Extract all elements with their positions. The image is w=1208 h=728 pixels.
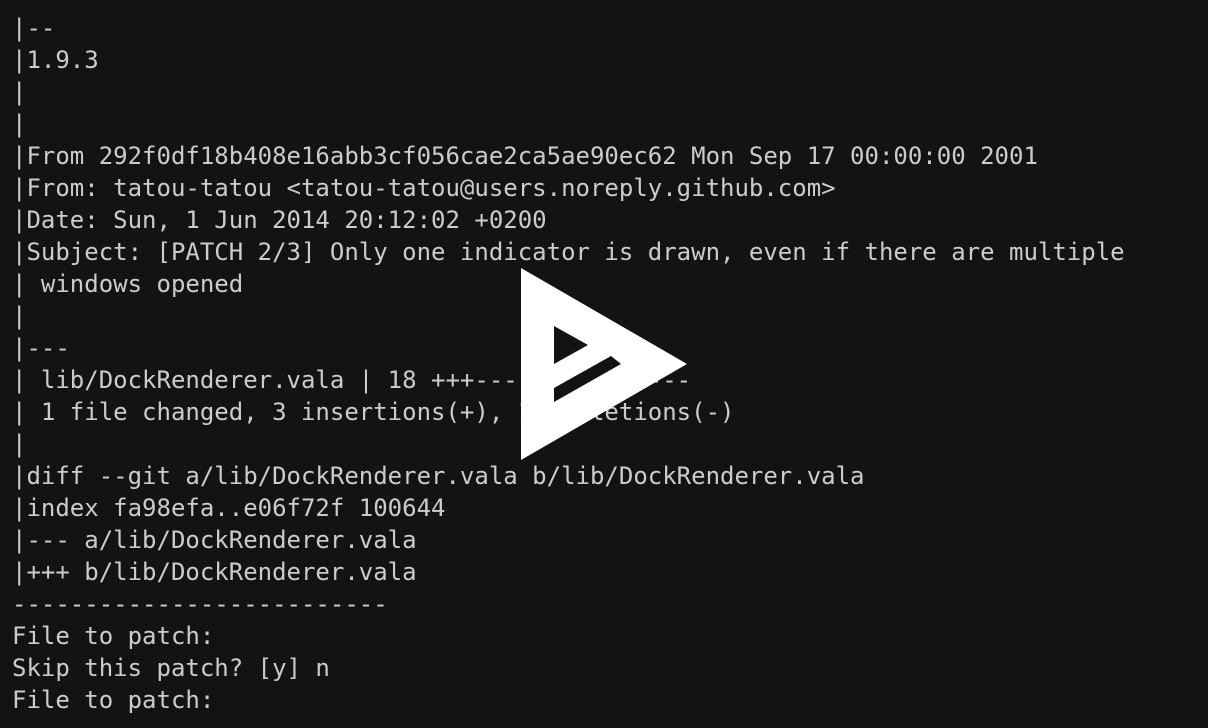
terminal-line: |1.9.3 <box>12 46 99 74</box>
terminal-line: |-- <box>12 14 56 42</box>
play-button[interactable] <box>521 268 687 460</box>
play-icon <box>521 268 687 460</box>
terminal-line: |Date: Sun, 1 Jun 2014 20:12:02 +0200 <box>12 206 547 234</box>
terminal-window: |-- |1.9.3 | | |From 292f0df18b408e16abb… <box>0 0 1208 728</box>
terminal-line: | <box>12 78 27 106</box>
terminal-line: |From 292f0df18b408e16abb3cf056cae2ca5ae… <box>12 142 1038 170</box>
terminal-line: |index fa98efa..e06f72f 100644 <box>12 494 446 522</box>
terminal-line: | <box>12 110 27 138</box>
terminal-line: |--- a/lib/DockRenderer.vala <box>12 526 417 554</box>
terminal-line: |From: tatou-tatou <tatou-tatou@users.no… <box>12 174 836 202</box>
terminal-line: File to patch: <box>12 686 215 714</box>
terminal-line: File to patch: <box>12 622 215 650</box>
terminal-line: |diff --git a/lib/DockRenderer.vala b/li… <box>12 462 865 490</box>
terminal-line: Skip this patch? [y] n <box>12 654 330 682</box>
terminal-line: |Subject: [PATCH 2/3] Only one indicator… <box>12 238 1125 266</box>
terminal-line: |+++ b/lib/DockRenderer.vala <box>12 558 417 586</box>
terminal-line: -------------------------- <box>12 590 388 618</box>
